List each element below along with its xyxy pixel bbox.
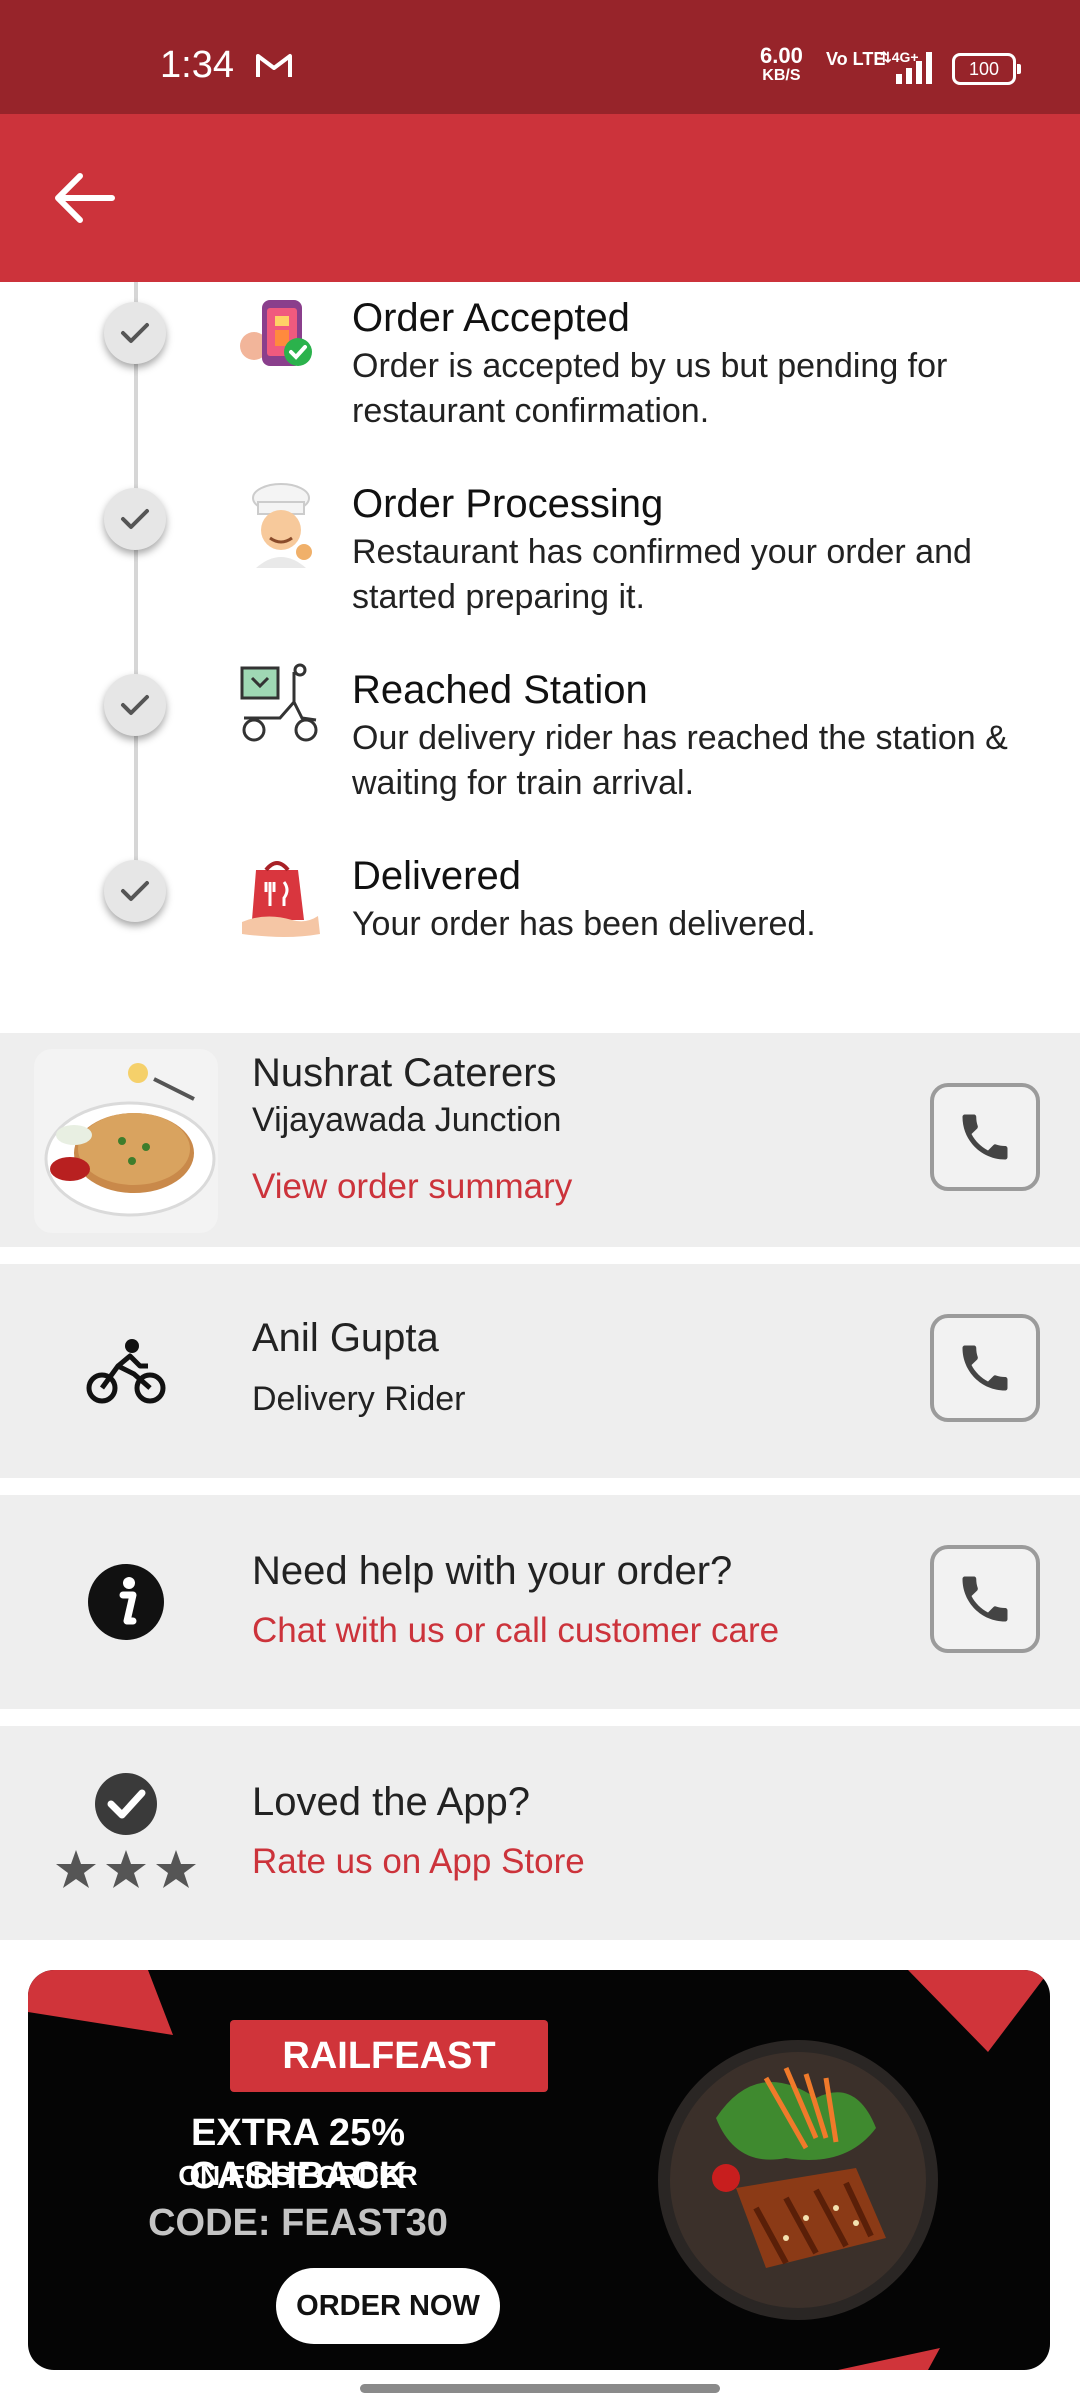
arrow-left-icon[interactable] bbox=[48, 170, 120, 226]
restaurant-name: Nushrat Caterers bbox=[252, 1051, 557, 1095]
call-rider-button[interactable] bbox=[930, 1314, 1040, 1422]
home-indicator[interactable] bbox=[360, 2384, 720, 2393]
check-icon bbox=[104, 674, 166, 736]
info-icon bbox=[36, 1495, 216, 1709]
volte-indicator: Vo LTE bbox=[826, 49, 886, 69]
rider-card: Anil Gupta Delivery Rider bbox=[0, 1264, 1080, 1478]
rider-name: Anil Gupta bbox=[252, 1316, 439, 1360]
rate-app-card[interactable]: Loved the App? Rate us on App Store bbox=[0, 1726, 1080, 1940]
banner-code: CODE: FEAST30 bbox=[148, 2202, 448, 2244]
speed-unit: KB/S bbox=[762, 67, 801, 84]
step-description: Restaurant has confirmed your order and … bbox=[352, 533, 972, 616]
call-support-button[interactable] bbox=[930, 1545, 1040, 1653]
help-title: Need help with your order? bbox=[252, 1549, 733, 1593]
phone-icon bbox=[962, 1576, 1008, 1622]
rating-check-icon bbox=[36, 1726, 216, 1940]
speed-value: 6.00 bbox=[760, 43, 803, 68]
call-restaurant-button[interactable] bbox=[930, 1083, 1040, 1191]
gmail-icon bbox=[256, 54, 292, 77]
check-icon bbox=[104, 488, 166, 550]
rate-title: Loved the App? bbox=[252, 1780, 531, 1824]
restaurant-card[interactable]: Nushrat Caterers Vijayawada Junction Vie… bbox=[0, 1033, 1080, 1247]
rate-us-link[interactable]: Rate us on App Store bbox=[252, 1842, 585, 1882]
network-speed: 6.00 KB/S bbox=[760, 43, 803, 86]
bicycle-icon bbox=[36, 1264, 216, 1478]
status-bar: 1:34 6.00 KB/S Vo LTE ⇅4G+ 100 bbox=[0, 0, 1080, 114]
step-description: Our delivery rider has reached the stati… bbox=[352, 719, 1008, 802]
promo-banner[interactable]: RAILFEAST EXTRA 25% CASHBACK ON FIRST OR… bbox=[28, 1970, 1050, 2370]
phone-icon bbox=[962, 1345, 1008, 1391]
step-title: Order Accepted bbox=[352, 296, 630, 340]
battery-icon: 100 bbox=[952, 53, 1021, 85]
banner-offer-sub: ON FIRST ORDER bbox=[178, 2160, 418, 2191]
chef-icon bbox=[252, 483, 312, 568]
step-title: Order Processing bbox=[352, 482, 664, 526]
restaurant-station: Vijayawada Junction bbox=[252, 1101, 562, 1139]
check-icon bbox=[104, 860, 166, 922]
chat-or-call-link[interactable]: Chat with us or call customer care bbox=[252, 1611, 779, 1651]
restaurant-food-image bbox=[34, 1049, 218, 1233]
rider-role: Delivery Rider bbox=[252, 1380, 466, 1418]
help-card[interactable]: Need help with your order? Chat with us … bbox=[0, 1495, 1080, 1709]
app-bar bbox=[0, 114, 1080, 282]
check-icon bbox=[104, 302, 166, 364]
view-order-summary-link[interactable]: View order summary bbox=[252, 1167, 572, 1207]
delivery-scooter-icon bbox=[240, 663, 318, 742]
step-description: Order is accepted by us but pending for … bbox=[352, 347, 948, 430]
signal-icon: ⇅4G+ bbox=[880, 49, 932, 84]
order-now-button[interactable]: ORDER NOW bbox=[276, 2268, 500, 2344]
step-title: Delivered bbox=[352, 854, 521, 898]
phone-order-accepted-icon bbox=[240, 300, 312, 366]
phone-icon bbox=[962, 1114, 1008, 1160]
status-time: 1:34 bbox=[160, 44, 234, 86]
banner-brand: RAILFEAST bbox=[230, 2020, 548, 2092]
banner-food-image bbox=[658, 2040, 938, 2320]
order-timeline: Order Accepted Order is accepted by us b… bbox=[0, 282, 1080, 1022]
step-description: Your order has been delivered. bbox=[352, 905, 816, 943]
timeline-line bbox=[134, 282, 138, 892]
step-title: Reached Station bbox=[352, 668, 648, 712]
svg-text:⇅4G+: ⇅4G+ bbox=[880, 49, 919, 65]
food-bag-hand-icon bbox=[242, 861, 320, 937]
